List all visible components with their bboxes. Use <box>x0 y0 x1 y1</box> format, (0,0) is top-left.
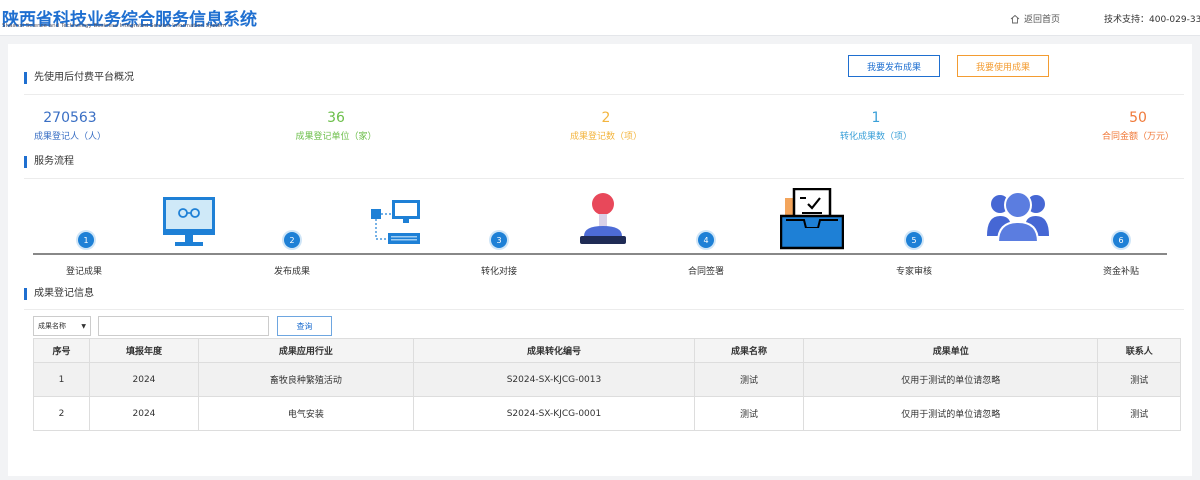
expert-group-icon <box>987 191 1049 243</box>
step-label-3[interactable]: 转化对接 <box>459 264 539 277</box>
step-number-1: 1 <box>78 232 94 248</box>
registry-table: 序号 填报年度 成果应用行业 成果转化编号 成果名称 成果单位 联系人 1 2024 畜牧良种繁… <box>33 338 1181 431</box>
table-cell: 畜牧良种繁殖活动 <box>197 362 414 397</box>
step-number-5: 5 <box>906 232 922 248</box>
step-label-6[interactable]: 资金补贴 <box>1081 264 1161 277</box>
step-number-2: 2 <box>284 232 300 248</box>
step-number-4: 4 <box>698 232 714 248</box>
inbox-document-icon <box>780 188 844 250</box>
stat-value: 270563 <box>43 110 97 126</box>
publish-result-button[interactable]: 我要发布成果 <box>848 55 940 77</box>
filter-select[interactable]: 成果名称 ▼ <box>33 316 91 336</box>
column-header: 成果名称 <box>694 338 805 363</box>
table-cell: 测试 <box>1097 362 1181 397</box>
table-cell: 测试 <box>694 362 805 397</box>
use-result-button[interactable]: 我要使用成果 <box>957 55 1049 77</box>
stat-item: 270563 成果登记人（人） <box>10 110 130 143</box>
column-header: 序号 <box>33 338 90 363</box>
column-header: 联系人 <box>1097 338 1181 363</box>
step-label-1[interactable]: 登记成果 <box>44 264 124 277</box>
home-link-label: 返回首页 <box>1024 15 1061 25</box>
search-input[interactable] <box>98 316 269 336</box>
step-number-6: 6 <box>1113 232 1129 248</box>
stat-item: 1 转化成果数（项） <box>816 110 936 143</box>
stat-label: 转化成果数（项） <box>839 132 912 142</box>
overview-title: 先使用后付费平台概况 <box>24 72 134 84</box>
table-row[interactable]: 2 2024 电气安装 S2024-SX-KJCG-0001 测试 仅用于测试的单位请忽略… <box>33 396 1181 431</box>
step-label-2[interactable]: 发布成果 <box>252 264 332 277</box>
stat-item: 50 合同金额（万元） <box>1078 110 1198 143</box>
main-panel: 先使用后付费平台概况 我要发布成果 我要使用成果 270563 成果登记人（人） 3… <box>8 44 1192 476</box>
stamp-icon <box>580 193 626 244</box>
process-line <box>33 253 1167 255</box>
process-divider <box>24 178 1184 179</box>
table-cell: 2 <box>33 396 90 431</box>
table-cell: 测试 <box>694 396 805 431</box>
table-row[interactable]: 1 2024 畜牧良种繁殖活动 S2024-SX-KJCG-0013 测试 仅用于测试的单… <box>33 362 1181 397</box>
registry-divider <box>24 309 1184 310</box>
support-phone: 技术支持：400-029-3366 <box>1104 15 1200 25</box>
home-icon <box>1010 14 1020 23</box>
table-cell: 测试 <box>1097 396 1181 431</box>
table-body: 1 2024 畜牧良种繁殖活动 S2024-SX-KJCG-0013 测试 仅用于测试的单… <box>33 362 1181 431</box>
table-cell: S2024-SX-KJCG-0013 <box>412 362 696 397</box>
table-cell: 2024 <box>88 396 199 431</box>
table-cell: S2024-SX-KJCG-0001 <box>412 396 696 431</box>
stat-value: 36 <box>327 110 345 126</box>
step-label-5[interactable]: 专家审核 <box>874 264 954 277</box>
column-header: 成果应用行业 <box>197 338 414 363</box>
stat-label: 合同金额（万元） <box>1101 132 1174 142</box>
step-number-3: 3 <box>491 232 507 248</box>
chevron-down-icon: ▼ <box>81 322 86 330</box>
column-header: 成果单位 <box>803 338 1099 363</box>
registry-title: 成果登记信息 <box>24 288 94 300</box>
table-cell: 电气安装 <box>197 396 414 431</box>
stat-value: 1 <box>871 110 881 126</box>
stat-label: 成果登记单位（家） <box>295 132 377 142</box>
home-link[interactable]: 返回首页 <box>1010 12 1060 25</box>
system-subtitle: Shaanxi Science and Technology Business … <box>2 23 227 29</box>
table-cell: 1 <box>33 362 90 397</box>
stat-item: 36 成果登记单位（家） <box>276 110 396 143</box>
stat-item: 2 成果登记数（项） <box>546 110 666 143</box>
process-title: 服务流程 <box>24 156 74 168</box>
stat-value: 50 <box>1129 110 1147 126</box>
filter-select-value: 成果名称 <box>38 322 66 330</box>
top-header: 陕西省科技业务综合服务信息系统 Shaanxi Science and Tech… <box>0 0 1200 36</box>
step-label-4[interactable]: 合同签署 <box>666 264 746 277</box>
stat-value: 2 <box>601 110 611 126</box>
stat-label: 成果登记数（项） <box>569 132 642 142</box>
network-computer-icon <box>371 200 420 244</box>
column-header: 成果转化编号 <box>412 338 696 363</box>
table-cell: 仅用于测试的单位请忽略 <box>803 396 1099 431</box>
overview-divider <box>24 94 1184 95</box>
column-header: 填报年度 <box>88 338 199 363</box>
table-cell: 仅用于测试的单位请忽略 <box>803 362 1099 397</box>
stat-label: 成果登记人（人） <box>33 132 106 142</box>
search-button[interactable]: 查询 <box>277 316 332 336</box>
computer-icon <box>163 197 215 246</box>
table-cell: 2024 <box>88 362 199 397</box>
table-header-row: 序号 填报年度 成果应用行业 成果转化编号 成果名称 成果单位 联系人 <box>33 338 1181 363</box>
